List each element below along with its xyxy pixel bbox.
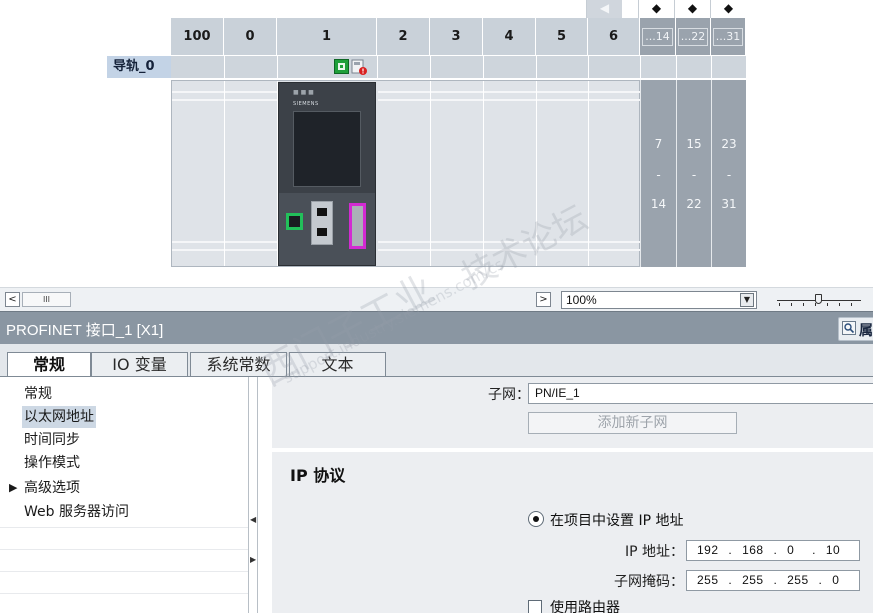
subnet-mask-field[interactable]: 255 . 255 . 255 . 0 — [686, 570, 860, 591]
expand-caret-icon[interactable]: ▶ — [9, 477, 17, 499]
module-error-icon — [351, 59, 367, 75]
chevron-down-icon: ◆ — [651, 1, 662, 15]
rack-slot-range-7-14[interactable]: 7 - 14 — [640, 80, 676, 267]
inspector-title: PROFINET 接口_1 [X1] — [6, 322, 164, 339]
subnet-panel: 子网： PN/IE_1 添加新子网 — [272, 377, 873, 448]
triangle-left-icon: ◀ — [599, 1, 610, 15]
inspector-tabs: 常规 IO 变量 系统常数 文本 — [0, 344, 873, 378]
tab-io-tags[interactable]: IO 变量 — [91, 352, 188, 377]
zoom-slider[interactable] — [777, 292, 861, 308]
zoom-value: 100% — [566, 293, 597, 307]
profibus-port[interactable] — [349, 203, 366, 249]
ip-address-label: IP 地址： — [624, 544, 684, 560]
nav-item-advanced-options-label: 高级选项 — [24, 480, 80, 496]
tab-texts[interactable]: 文本 — [289, 352, 386, 377]
magnifier-icon — [842, 321, 856, 338]
rail-row — [171, 56, 746, 78]
horizontal-scrollbar[interactable]: III — [22, 292, 71, 307]
cpu-module[interactable]: ■ ■ ■ SIEMENS — [278, 82, 376, 266]
cpu-brand-label: SIEMENS — [293, 101, 319, 107]
rail-label: 导轨_0 — [107, 56, 171, 78]
rack-slot-6[interactable] — [589, 81, 640, 266]
slot-header-ext-14: ...14 — [640, 18, 676, 55]
nav-item-web-server[interactable]: Web 服务器访问 — [24, 501, 129, 523]
ip-protocol-title: IP 协议 — [290, 466, 346, 485]
rack-expand-tab-2[interactable]: ◆ — [674, 0, 710, 18]
slot-header-4: 4 — [483, 18, 536, 55]
rack-expand-tab-1[interactable]: ◆ — [638, 0, 674, 18]
nav-item-time-sync[interactable]: 时间同步 — [24, 429, 80, 451]
chevron-down-icon: ◆ — [723, 1, 734, 15]
view-toolbar: < III > 100% ▼ — [0, 287, 873, 311]
splitter-arrow-right-icon: ▶ — [250, 555, 257, 564]
scroll-left-tab[interactable]: ◀ — [586, 0, 622, 18]
inspector-title-bar: PROFINET 接口_1 [X1] 属 — [0, 311, 873, 344]
slot-header-100: 100 — [171, 18, 224, 55]
use-router-checkbox[interactable] — [528, 600, 542, 613]
slot-header-2: 2 — [377, 18, 430, 55]
slot-header-1: 1 — [277, 18, 377, 55]
tab-system-constants[interactable]: 系统常数 — [190, 352, 287, 377]
slot-header-ext-31: ...31 — [711, 18, 746, 55]
zoom-slider-thumb[interactable] — [815, 294, 822, 304]
properties-tab-label: 属 — [859, 323, 873, 339]
device-view: ◀ ◆ ◆ ◆ 100 0 1 2 3 4 5 6 ...14 ...22 ..… — [0, 0, 873, 287]
inspector-content: 子网： PN/IE_1 添加新子网 IP 协议 在项目中设置 IP 地址 IP … — [260, 377, 873, 613]
nav-splitter[interactable]: ◀ ▶ — [248, 377, 258, 613]
properties-tab[interactable]: 属 — [838, 317, 873, 341]
set-ip-in-project-label: 在项目中设置 IP 地址 — [550, 513, 684, 529]
nav-item-general[interactable]: 常规 — [24, 383, 52, 405]
cpu-display — [293, 111, 361, 187]
rack-expand-tab-3[interactable]: ◆ — [710, 0, 746, 18]
set-ip-in-project-radio[interactable] — [528, 511, 544, 527]
rack-slot-5[interactable] — [537, 81, 589, 266]
nav-item-advanced-options[interactable]: ▶ 高级选项 — [9, 477, 80, 499]
ip-address-field[interactable]: 192 . 168 . 0 . 10 — [686, 540, 860, 561]
nav-item-operating-mode[interactable]: 操作模式 — [24, 452, 80, 474]
slot-header-5: 5 — [536, 18, 588, 55]
cpu-front-lower — [279, 193, 375, 265]
profinet-port-x1[interactable] — [286, 213, 303, 230]
slot-header-ext-22: ...22 — [676, 18, 711, 55]
rack-slot-range-15-22[interactable]: 15 - 22 — [676, 80, 711, 267]
subnet-select[interactable]: PN/IE_1 — [528, 383, 873, 404]
tab-general[interactable]: 常规 — [7, 352, 91, 378]
use-router-label: 使用路由器 — [550, 600, 620, 613]
chevron-down-icon: ◆ — [687, 1, 698, 15]
subnet-label: 子网： — [488, 387, 530, 403]
subnet-mask-label: 子网掩码： — [614, 574, 684, 590]
rack-body[interactable] — [171, 80, 640, 267]
inspector-nav: 常规 以太网地址 时间同步 操作模式 ▶ 高级选项 Web 服务器访问 — [0, 377, 260, 613]
nav-item-ethernet-address[interactable]: 以太网地址 — [22, 406, 96, 428]
scroll-left-button[interactable]: < — [5, 292, 20, 307]
zoom-select[interactable]: 100% ▼ — [561, 291, 757, 309]
rj45-port-pair[interactable] — [311, 201, 333, 245]
rack-slot-3[interactable] — [431, 81, 484, 266]
splitter-arrow-left-icon: ◀ — [250, 515, 257, 524]
rack-slot-100[interactable] — [172, 81, 225, 266]
slot-header-0: 0 — [224, 18, 277, 55]
rack-slot-4[interactable] — [484, 81, 537, 266]
dropdown-arrow-icon[interactable]: ▼ — [740, 293, 754, 307]
rack-slot-range-23-31[interactable]: 23 - 31 — [711, 80, 746, 267]
add-new-subnet-button[interactable]: 添加新子网 — [528, 412, 737, 434]
module-online-icon — [334, 59, 349, 74]
cpu-status-leds: ■ ■ ■ — [293, 89, 314, 96]
rack-slot-2[interactable] — [378, 81, 431, 266]
slot-header-3: 3 — [430, 18, 483, 55]
scroll-right-button[interactable]: > — [536, 292, 551, 307]
slot-header-6: 6 — [588, 18, 640, 55]
ip-protocol-panel: IP 协议 在项目中设置 IP 地址 IP 地址： 192 . 168 . 0 … — [272, 452, 873, 613]
rack-slot-0[interactable] — [225, 81, 278, 266]
